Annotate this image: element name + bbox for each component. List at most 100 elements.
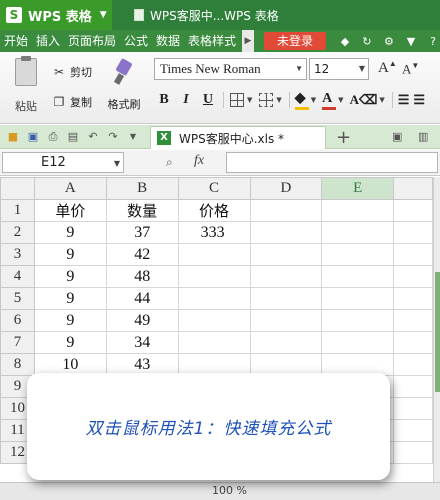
help-icon[interactable]: ? bbox=[426, 34, 440, 48]
cell[interactable]: 9 bbox=[33, 265, 107, 288]
chevron-down-icon[interactable]: ▼ bbox=[247, 96, 252, 104]
cell-style-icon[interactable] bbox=[259, 93, 274, 107]
menu-item-table-style[interactable]: 表格样式 bbox=[184, 30, 240, 52]
cell[interactable] bbox=[249, 331, 323, 354]
row-header[interactable]: 5 bbox=[0, 287, 35, 310]
chevron-down-icon[interactable]: ▼ bbox=[276, 96, 281, 104]
zoom-search-icon[interactable]: ⌕ bbox=[166, 155, 173, 170]
formula-input[interactable] bbox=[226, 152, 438, 173]
cell[interactable] bbox=[393, 265, 433, 288]
menu-item-data[interactable]: 数据 bbox=[152, 30, 184, 52]
paste-button[interactable]: 粘贴 bbox=[8, 56, 44, 114]
shrink-font-button[interactable]: A▼ bbox=[402, 61, 419, 77]
row-header[interactable]: 8 bbox=[0, 353, 35, 376]
name-box[interactable]: E12 ▼ bbox=[2, 152, 124, 173]
chevron-down-icon[interactable]: ▼ bbox=[126, 130, 140, 144]
row-header[interactable]: 6 bbox=[0, 309, 35, 332]
column-header-b[interactable]: B bbox=[105, 177, 179, 200]
font-name-select[interactable]: Times New Roman ▼ bbox=[154, 58, 307, 80]
tab-list-icon[interactable]: ▥ bbox=[418, 130, 428, 143]
cell[interactable]: 单价 bbox=[33, 199, 107, 222]
cell[interactable]: 数量 bbox=[105, 199, 179, 222]
cell[interactable] bbox=[321, 309, 395, 332]
chevron-down-icon[interactable]: ▼ bbox=[311, 96, 316, 104]
row-header[interactable]: 7 bbox=[0, 331, 35, 354]
row-header[interactable]: 4 bbox=[0, 265, 35, 288]
menu-item-page-layout[interactable]: 页面布局 bbox=[64, 30, 120, 52]
cell[interactable] bbox=[393, 199, 433, 222]
cell[interactable] bbox=[321, 331, 395, 354]
bold-button[interactable]: B bbox=[154, 90, 174, 110]
cell[interactable] bbox=[321, 287, 395, 310]
font-size-select[interactable]: 12 ▼ bbox=[309, 58, 369, 80]
cell[interactable] bbox=[393, 397, 433, 420]
tab-file[interactable]: X WPS客服中心.xls * bbox=[150, 126, 326, 149]
row-header[interactable]: 2 bbox=[0, 221, 35, 244]
cell[interactable] bbox=[321, 243, 395, 266]
login-button[interactable]: 未登录 bbox=[264, 32, 326, 50]
cell[interactable] bbox=[249, 199, 323, 222]
cell[interactable]: 9 bbox=[33, 331, 107, 354]
copy-button[interactable]: ❐ 复制 bbox=[52, 94, 92, 110]
undo-icon[interactable]: ↶ bbox=[86, 130, 100, 144]
skin-icon[interactable]: ◆ bbox=[338, 34, 352, 48]
cell[interactable]: 9 bbox=[33, 243, 107, 266]
cell[interactable]: 42 bbox=[105, 243, 179, 266]
save-icon[interactable]: ▣ bbox=[26, 130, 40, 144]
cell[interactable] bbox=[393, 243, 433, 266]
cell[interactable] bbox=[393, 221, 433, 244]
format-painter-button[interactable]: 格式刷 bbox=[104, 60, 144, 112]
cell[interactable]: 37 bbox=[105, 221, 179, 244]
cell[interactable] bbox=[393, 375, 433, 398]
cell[interactable]: 34 bbox=[105, 331, 179, 354]
row-header[interactable]: 3 bbox=[0, 243, 35, 266]
redo-icon[interactable]: ↷ bbox=[106, 130, 120, 144]
cell[interactable] bbox=[177, 309, 251, 332]
menu-more-icon[interactable]: ▶ bbox=[242, 30, 254, 52]
cell[interactable] bbox=[393, 331, 433, 354]
clear-format-icon[interactable]: A⌫ bbox=[350, 92, 378, 108]
align-left-icon[interactable]: ☰ bbox=[398, 92, 410, 108]
cell[interactable]: 49 bbox=[105, 309, 179, 332]
cell[interactable]: 333 bbox=[177, 221, 251, 244]
cell[interactable] bbox=[177, 243, 251, 266]
cut-button[interactable]: ✂ 剪切 bbox=[52, 64, 92, 80]
cell[interactable] bbox=[393, 309, 433, 332]
borders-icon[interactable] bbox=[230, 93, 244, 107]
shirt-icon[interactable]: ▼ bbox=[404, 34, 418, 48]
new-tab-icon[interactable]: + bbox=[336, 127, 351, 148]
cell[interactable] bbox=[321, 265, 395, 288]
insert-function-button[interactable]: fx bbox=[194, 153, 204, 169]
cell[interactable] bbox=[249, 309, 323, 332]
chevron-down-icon[interactable]: ▼ bbox=[338, 96, 343, 104]
zoom-level[interactable]: 100 % bbox=[212, 484, 247, 497]
settings-icon[interactable]: ⚙ bbox=[382, 34, 396, 48]
align-right-icon[interactable]: ☰ bbox=[413, 92, 425, 108]
cell[interactable] bbox=[321, 221, 395, 244]
cell[interactable] bbox=[177, 265, 251, 288]
menu-item-home[interactable]: 开始 bbox=[0, 30, 32, 52]
cell[interactable] bbox=[177, 287, 251, 310]
cell[interactable] bbox=[393, 441, 433, 464]
vertical-scrollbar[interactable] bbox=[433, 177, 440, 500]
column-header-d[interactable]: D bbox=[249, 177, 323, 200]
column-header-c[interactable]: C bbox=[177, 177, 251, 200]
cell[interactable]: 价格 bbox=[177, 199, 251, 222]
grow-font-button[interactable]: A▲ bbox=[378, 59, 397, 77]
column-header-a[interactable]: A bbox=[33, 177, 107, 200]
cell[interactable]: 44 bbox=[105, 287, 179, 310]
cell[interactable] bbox=[177, 331, 251, 354]
font-color-button[interactable]: A bbox=[322, 91, 337, 110]
chevron-down-icon[interactable]: ▼ bbox=[379, 96, 384, 104]
cell[interactable] bbox=[393, 287, 433, 310]
column-header-f[interactable] bbox=[393, 177, 433, 200]
cell[interactable]: 48 bbox=[105, 265, 179, 288]
select-all-corner[interactable] bbox=[0, 177, 35, 200]
fill-color-button[interactable]: ◆ bbox=[294, 90, 309, 110]
cell[interactable]: 9 bbox=[33, 309, 107, 332]
app-menu-button[interactable]: S WPS 表格 ▼ bbox=[0, 0, 112, 30]
cell[interactable] bbox=[249, 243, 323, 266]
underline-button[interactable]: U bbox=[198, 90, 218, 110]
row-header[interactable]: 1 bbox=[0, 199, 35, 222]
restore-icon[interactable]: ▣ bbox=[392, 130, 402, 143]
